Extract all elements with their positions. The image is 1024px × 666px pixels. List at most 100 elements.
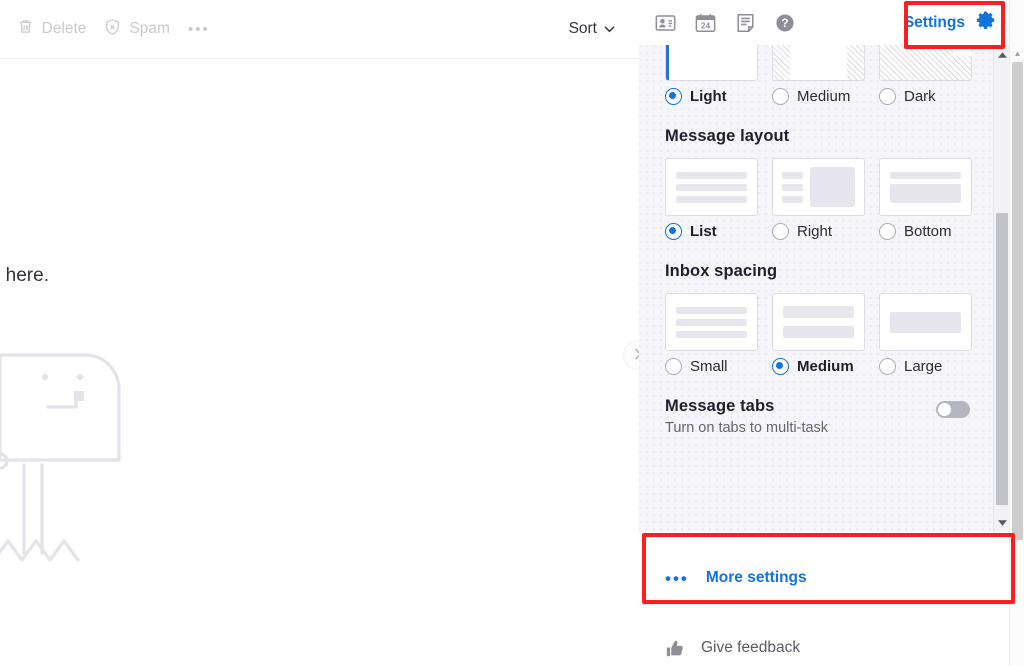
radio-list[interactable]	[665, 223, 682, 240]
settings-header-bar: 24 ? Settin	[639, 0, 1009, 45]
preview-bar	[676, 331, 747, 338]
layout-option-bottom[interactable]: Bottom	[879, 223, 986, 240]
settings-panel-scrollbar[interactable]	[993, 45, 1009, 532]
scrollbar-thumb[interactable]	[996, 213, 1008, 505]
give-feedback-button[interactable]: Give feedback	[639, 628, 1009, 666]
scroll-down-arrow-icon[interactable]	[994, 514, 1010, 531]
radio-right[interactable]	[772, 223, 789, 240]
preview-block	[890, 184, 961, 203]
spacing-label-medium: Medium	[797, 358, 854, 375]
next-message-button[interactable]	[623, 340, 639, 370]
screen-root: e Delete Spam	[0, 0, 1024, 666]
radio-small[interactable]	[665, 358, 682, 375]
settings-footer: ••• More settings Give feedback	[639, 532, 1009, 666]
preview-bar	[676, 196, 747, 203]
spam-button[interactable]: Spam	[95, 12, 179, 46]
inbox-spacing-title: Inbox spacing	[665, 262, 994, 281]
message-tabs-title: Message tabs	[665, 397, 828, 416]
spacing-label-small: Small	[690, 358, 728, 375]
thumbs-up-icon	[665, 639, 684, 658]
page-scroll-up-icon[interactable]: ▲	[1012, 48, 1023, 59]
gear-icon	[975, 9, 997, 36]
more-actions-button[interactable]: •••	[179, 12, 219, 46]
theme-label-medium: Medium	[797, 88, 850, 105]
spacing-option-small[interactable]: Small	[665, 358, 772, 375]
sort-label: Sort	[569, 20, 597, 38]
preview-bar	[782, 172, 803, 179]
theme-label-dark: Dark	[904, 88, 936, 105]
shield-x-icon	[104, 18, 121, 41]
preview-bar	[676, 184, 747, 191]
toggle-knob	[938, 403, 951, 416]
page-scrollbar-thumb[interactable]	[1012, 62, 1023, 540]
spacing-card-large[interactable]	[879, 293, 972, 351]
svg-text:24: 24	[700, 21, 710, 30]
delete-button[interactable]: Delete	[8, 12, 96, 46]
radio-light[interactable]	[665, 88, 682, 105]
preview-bar	[783, 326, 854, 338]
theme-label-light: Light	[690, 88, 727, 105]
theme-swatch-medium[interactable]	[772, 45, 865, 81]
scroll-up-arrow-icon[interactable]	[994, 46, 1010, 63]
preview-bar	[676, 307, 747, 314]
contacts-icon[interactable]	[653, 11, 677, 35]
mail-toolbar: e Delete Spam	[0, 0, 639, 59]
trash-icon	[17, 18, 34, 40]
preview-bar	[783, 306, 854, 318]
help-icon[interactable]: ?	[773, 11, 797, 35]
spacing-option-large[interactable]: Large	[879, 358, 986, 375]
theme-option-medium[interactable]: Medium	[772, 88, 879, 105]
radio-dark[interactable]	[879, 88, 896, 105]
ellipsis-icon: •••	[665, 570, 689, 587]
theme-accent-bar	[666, 45, 669, 80]
inbox-spacing-cards	[665, 293, 994, 351]
preview-bar	[676, 172, 747, 179]
theme-option-dark[interactable]: Dark	[879, 88, 986, 105]
layout-option-list[interactable]: List	[665, 223, 772, 240]
spam-label: Spam	[129, 21, 170, 37]
more-settings-button[interactable]: ••• More settings	[639, 558, 1009, 598]
radio-medium[interactable]	[772, 88, 789, 105]
theme-option-light[interactable]: Light	[665, 88, 772, 105]
settings-callout-arrow	[950, 44, 976, 56]
mailbox-illustration	[0, 315, 190, 580]
message-layout-title: Message layout	[665, 127, 994, 146]
preview-bar	[890, 172, 961, 179]
inbox-spacing-radio-row: Small Medium Large	[665, 358, 994, 375]
sort-button[interactable]: Sort	[559, 12, 625, 46]
give-feedback-label: Give feedback	[701, 639, 800, 657]
notes-icon[interactable]	[733, 11, 757, 35]
spacing-label-large: Large	[904, 358, 942, 375]
layout-card-bottom[interactable]	[879, 158, 972, 216]
layout-card-list[interactable]	[665, 158, 758, 216]
settings-panel: Light Medium Dark Message layout	[639, 45, 1009, 532]
svg-text:?: ?	[781, 16, 788, 30]
settings-button[interactable]: Settings	[892, 6, 1005, 39]
message-tabs-subtitle: Turn on tabs to multi-task	[665, 420, 828, 436]
theme-swatch-row	[665, 45, 994, 81]
toolbar-clipped-item[interactable]: e	[0, 12, 8, 46]
preview-bar	[782, 196, 803, 203]
layout-option-right[interactable]: Right	[772, 223, 879, 240]
settings-region: 24 ? Settin	[639, 0, 1009, 666]
spacing-card-small[interactable]	[665, 293, 758, 351]
message-tabs-text: Message tabs Turn on tabs to multi-task	[665, 397, 828, 436]
theme-swatch-light[interactable]	[665, 45, 758, 81]
spacing-option-medium[interactable]: Medium	[772, 358, 879, 375]
message-tabs-toggle[interactable]	[936, 401, 970, 418]
message-layout-radio-row: List Right Bottom	[665, 223, 994, 240]
more-settings-label: More settings	[706, 569, 807, 587]
layout-card-right[interactable]	[772, 158, 865, 216]
empty-state-text: ing to see here.	[0, 265, 49, 287]
radio-large[interactable]	[879, 358, 896, 375]
spacing-card-medium[interactable]	[772, 293, 865, 351]
chevron-down-icon	[604, 20, 615, 38]
theme-radio-row: Light Medium Dark	[665, 88, 994, 105]
layout-label-list: List	[690, 223, 717, 240]
radio-medium-spacing[interactable]	[772, 358, 789, 375]
radio-bottom[interactable]	[879, 223, 896, 240]
page-scrollbar[interactable]: ▲	[1009, 0, 1024, 666]
calendar-icon[interactable]: 24	[693, 11, 717, 35]
layout-label-right: Right	[797, 223, 832, 240]
message-tabs-block: Message tabs Turn on tabs to multi-task	[665, 397, 970, 436]
